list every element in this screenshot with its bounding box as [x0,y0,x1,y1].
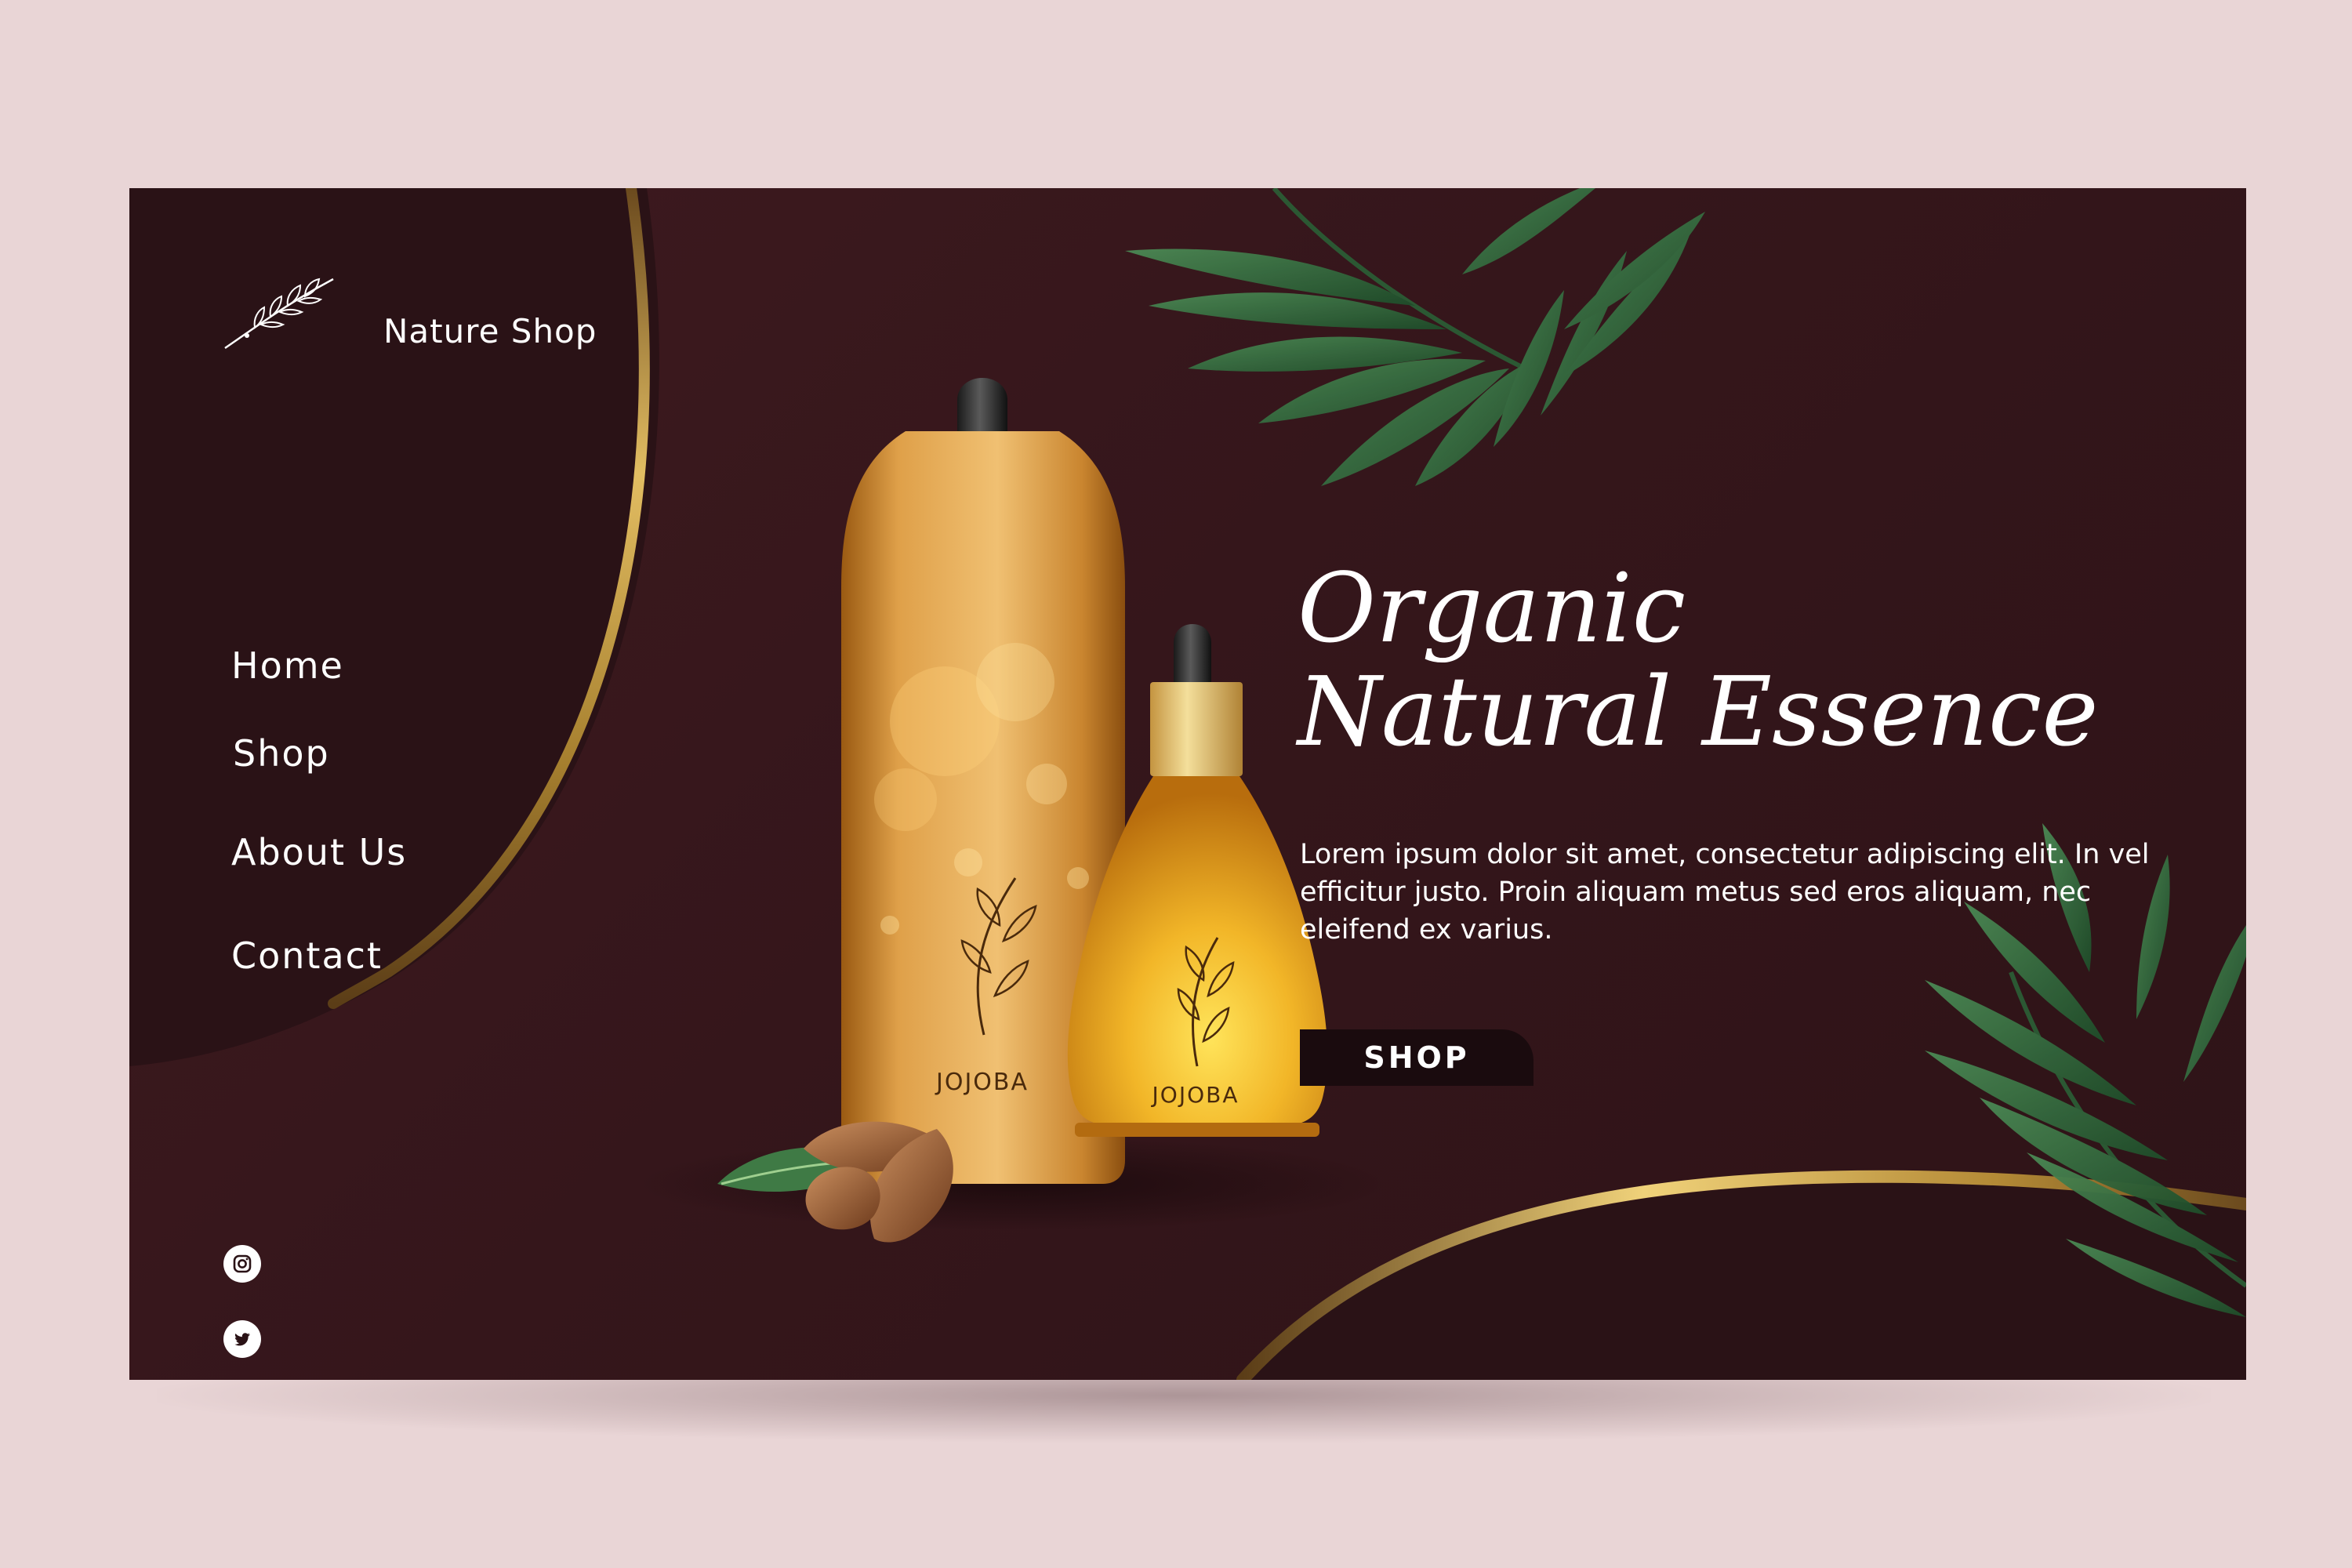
brand-name: Nature Shop [383,312,597,350]
jojoba-nuts [717,1121,953,1243]
nav-item-home[interactable]: Home [231,644,344,687]
instagram-link[interactable] [223,1245,261,1283]
landing-page-card: Nature Shop Home Shop About Us Contact J… [129,188,2246,1380]
nav-item-about-us[interactable]: About Us [231,831,407,873]
large-bottle-label: JOJOBA [935,1069,1029,1096]
instagram-icon [233,1254,252,1273]
twitter-icon [234,1333,250,1346]
social-links [223,1051,278,1358]
nav-item-shop[interactable]: Shop [233,732,330,775]
small-bottle-label: JOJOBA [1151,1082,1240,1108]
hero-description: Lorem ipsum dolor sit amet, consectetur … [1300,839,2150,946]
hero-headline-line-2: Natural Essence [1298,656,2099,768]
nav-item-contact[interactable]: Contact [231,935,383,977]
hero-headline: Organic Natural Essence [1298,557,2199,764]
twitter-link[interactable] [223,1320,261,1358]
shop-button[interactable]: SHOP [1300,1029,1534,1086]
sprig-icon [224,278,334,350]
hero-headline-line-1: Organic [1298,553,1686,664]
brand[interactable]: Nature Shop [223,273,596,359]
